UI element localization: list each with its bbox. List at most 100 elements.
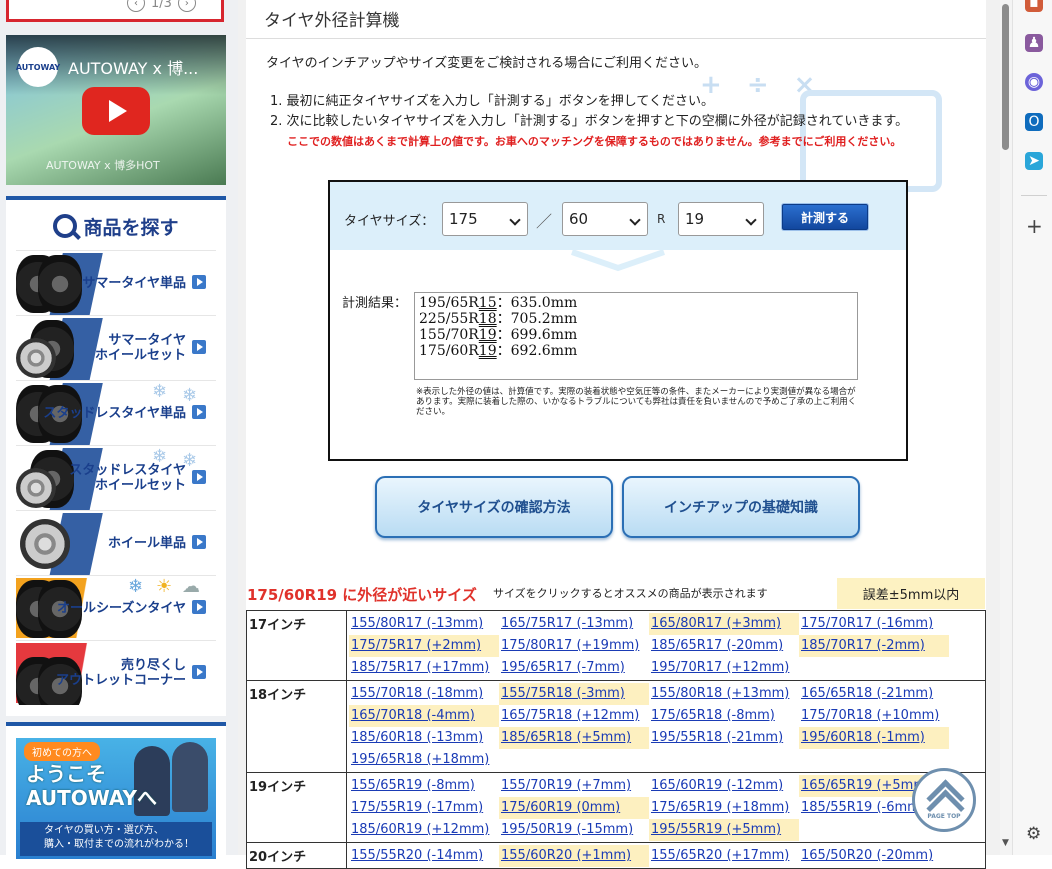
- sizes-cell: 155/55R20 (-14mm) 155/60R20 (+1mm) 155/65R…: [346, 842, 986, 869]
- arrow-right-icon: [192, 600, 206, 614]
- size-link[interactable]: 165/65R18 (-21mm): [799, 683, 949, 705]
- size-link[interactable]: 175/70R18 (+10mm): [799, 705, 949, 727]
- size-link[interactable]: 155/80R18 (+13mm): [649, 683, 799, 705]
- category-studless-wheel-set[interactable]: ❄ ❄ スタッドレスタイヤ ホイールセット: [16, 445, 216, 510]
- category-label-2: ホイールセット: [94, 348, 186, 363]
- category-summer-wheel-set[interactable]: サマータイヤ ホイールセット: [16, 315, 216, 380]
- size-link[interactable]: 175/75R17 (+2mm): [349, 635, 499, 657]
- tire-wheel-image: [16, 318, 103, 380]
- size-link[interactable]: 185/60R19 (+12mm): [349, 819, 499, 841]
- category-label: ホイール単品: [107, 535, 186, 551]
- size-link[interactable]: 195/65R18 (+18mm): [349, 749, 499, 771]
- arrow-right-icon: [192, 665, 206, 679]
- size-link[interactable]: 155/70R18 (-18mm): [349, 683, 499, 705]
- size-link[interactable]: 185/60R18 (-13mm): [349, 727, 499, 749]
- result-line: 225/55R18：705.2mm: [419, 311, 578, 327]
- size-link[interactable]: 165/75R18 (+12mm): [499, 705, 649, 727]
- scrollbar-thumb[interactable]: [1002, 4, 1009, 150]
- copilot-icon[interactable]: ◉: [1025, 73, 1043, 91]
- size-link[interactable]: 155/65R20 (+17mm): [649, 845, 799, 867]
- games-icon[interactable]: ♟: [1025, 34, 1043, 52]
- browser-sidebar: ▪ ♟ ◉ O ➤ + ⚙: [1012, 0, 1052, 855]
- r-label: R: [657, 212, 666, 226]
- size-link[interactable]: 155/55R20 (-14mm): [349, 845, 499, 867]
- sizes-cell: 155/80R17 (-13mm) 165/75R17 (-13mm) 165/80…: [346, 610, 986, 681]
- size-link[interactable]: 175/55R19 (-17mm): [349, 797, 499, 819]
- size-link[interactable]: 195/60R18 (-1mm): [799, 727, 949, 749]
- outlook-icon[interactable]: O: [1025, 113, 1043, 131]
- width-select[interactable]: 175: [442, 202, 528, 236]
- size-link[interactable]: 175/65R18 (-8mm): [649, 705, 799, 727]
- size-link[interactable]: 195/70R17 (+12mm): [649, 657, 799, 679]
- chevron-right-icon[interactable]: ›: [177, 0, 196, 12]
- page-top-label: PAGE TOP: [927, 813, 961, 820]
- tolerance-legend: 誤差±5mm以内: [837, 578, 985, 609]
- inch-label: 19インチ: [246, 772, 347, 843]
- size-link[interactable]: 155/70R19 (+7mm): [499, 775, 649, 797]
- size-link[interactable]: 165/80R17 (+3mm): [649, 613, 799, 635]
- rim-select[interactable]: 19: [678, 202, 764, 236]
- arrow-right-icon: [192, 405, 206, 419]
- sizes-cell: 155/70R18 (-18mm) 155/75R18 (-3mm) 155/80R…: [346, 680, 986, 773]
- size-link[interactable]: 155/80R17 (-13mm): [349, 613, 499, 635]
- arrow-right-icon: [192, 470, 206, 484]
- table-row: 19インチ 155/65R19 (-8mm) 155/70R19 (+7mm) 165…: [246, 772, 986, 843]
- video-channel-logo[interactable]: AUTOWAY: [16, 47, 60, 87]
- arrow-right-icon: [192, 275, 206, 289]
- size-link[interactable]: 175/70R17 (-16mm): [799, 613, 949, 635]
- result-label: 計測結果：: [342, 296, 408, 311]
- result-line: 195/65R15：635.0mm: [419, 295, 578, 311]
- arrow-right-icon: [192, 340, 206, 354]
- scrollbar[interactable]: ▼: [1000, 0, 1012, 855]
- size-link[interactable]: 155/65R19 (-8mm): [349, 775, 499, 797]
- welcome-title-line1: ようこそ: [26, 762, 106, 786]
- person-image: [172, 742, 208, 812]
- inch-up-guide-button[interactable]: インチアップの基礎知識: [622, 476, 860, 538]
- size-link[interactable]: 175/65R19 (+18mm): [649, 797, 799, 819]
- scroll-down-icon[interactable]: ▼: [1002, 838, 1009, 848]
- video-title[interactable]: AUTOWAY x 博...: [68, 55, 198, 79]
- size-link[interactable]: 195/55R18 (-21mm): [649, 727, 799, 749]
- result-textarea[interactable]: 195/65R15：635.0mm 225/55R18：705.2mm 155/…: [414, 292, 858, 380]
- near-sizes-title: 175/60R19 に外径が近いサイズ: [247, 586, 477, 604]
- settings-icon[interactable]: ⚙: [1026, 824, 1041, 844]
- size-link[interactable]: 185/65R18 (+5mm): [499, 727, 649, 749]
- chevron-left-icon[interactable]: ‹: [127, 0, 145, 12]
- size-link[interactable]: 175/60R19 (0mm): [499, 797, 649, 819]
- shopping-icon[interactable]: ▪: [1025, 0, 1043, 12]
- size-link[interactable]: 165/60R19 (-12mm): [649, 775, 799, 797]
- category-summer-tire[interactable]: サマータイヤ単品: [16, 250, 216, 315]
- sizes-cell: 155/65R19 (-8mm) 155/70R19 (+7mm) 165/60R1…: [346, 772, 986, 843]
- tire-size-guide-button[interactable]: タイヤサイズの確認方法: [375, 476, 613, 538]
- size-link[interactable]: 185/75R17 (+17mm): [349, 657, 499, 679]
- size-link[interactable]: 175/80R17 (+19mm): [499, 635, 649, 657]
- category-wheel[interactable]: ホイール単品: [16, 510, 216, 575]
- welcome-banner[interactable]: 初めての方へ ようこそ AUTOWAYへ タイヤの買い方・選び方、 購入・取付ま…: [16, 738, 216, 859]
- carousel-counter: 1/3: [151, 0, 172, 11]
- size-link[interactable]: 195/65R17 (-7mm): [499, 657, 649, 679]
- aspect-select[interactable]: 60: [562, 202, 648, 236]
- category-studless-tire[interactable]: ❄ ❄ スタッドレスタイヤ単品: [16, 380, 216, 445]
- play-icon[interactable]: [82, 87, 150, 135]
- plus-icon[interactable]: +: [1026, 214, 1043, 238]
- page-top-button[interactable]: PAGE TOP: [912, 768, 976, 832]
- size-link[interactable]: 195/50R19 (-15mm): [499, 819, 649, 841]
- category-all-season[interactable]: ❄ ☀ ☁ オールシーズンタイヤ: [16, 575, 216, 640]
- video-caption: AUTOWAY x 博多HOT: [46, 159, 160, 172]
- video-embed[interactable]: AUTOWAY AUTOWAY x 博... AUTOWAY x 博多HOT: [6, 35, 226, 185]
- size-link[interactable]: 165/50R20 (-20mm): [799, 845, 949, 867]
- size-link[interactable]: 155/60R20 (+1mm): [499, 845, 649, 867]
- welcome-title: ようこそ AUTOWAYへ: [26, 762, 157, 810]
- size-link[interactable]: 195/55R19 (+5mm): [649, 819, 799, 841]
- send-icon[interactable]: ➤: [1025, 152, 1043, 170]
- size-link[interactable]: 185/65R17 (-20mm): [649, 635, 799, 657]
- size-link[interactable]: 155/75R18 (-3mm): [499, 683, 649, 705]
- instruction-step-1: 1. 最初に純正タイヤサイズを入力し「計測する」ボタンを押してください。: [270, 94, 714, 109]
- category-outlet[interactable]: 売り尽くし アウトレットコーナー: [16, 640, 216, 705]
- measure-button[interactable]: 計測する: [782, 204, 868, 230]
- size-link[interactable]: 165/70R18 (-4mm): [349, 705, 499, 727]
- size-link[interactable]: 165/75R17 (-13mm): [499, 613, 649, 635]
- warning-text: ここでの数値はあくまで計算上の値です。お車へのマッチングを保障するものではありま…: [287, 135, 902, 148]
- size-link[interactable]: 185/70R17 (-2mm): [799, 635, 949, 657]
- search-icon: [53, 214, 82, 240]
